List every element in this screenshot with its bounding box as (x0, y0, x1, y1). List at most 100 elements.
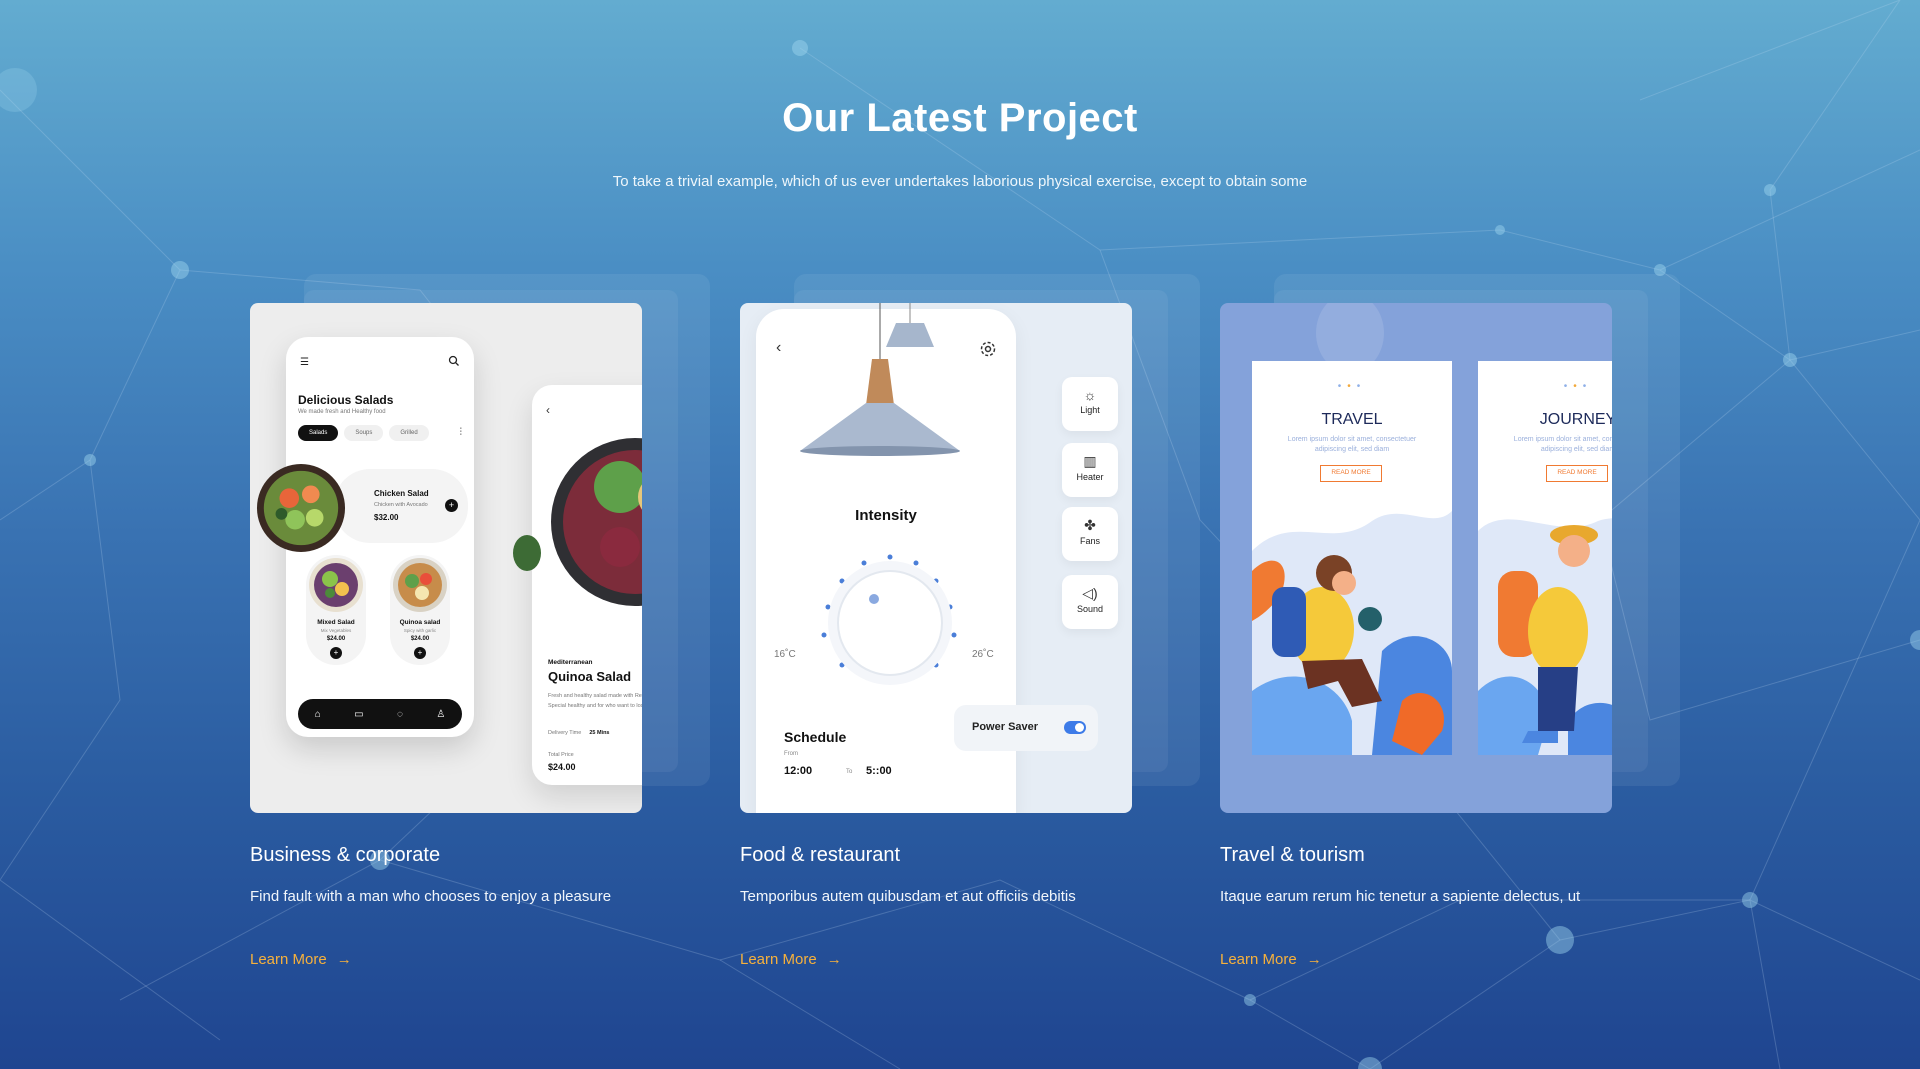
to-label: To (846, 769, 853, 775)
control-label: Sound (1076, 604, 1104, 614)
control-light[interactable]: ☼ Light (1062, 377, 1118, 431)
control-fans[interactable]: ✤ Fans (1062, 507, 1118, 561)
section-header: Our Latest Project To take a trivial exa… (0, 96, 1920, 190)
app-subtitle: We made fresh and Healthy food (298, 409, 386, 415)
total-label: Total Price (548, 752, 574, 758)
delivery-time: Delivery Time 25 Mins (548, 730, 610, 736)
section-title: Our Latest Project (782, 96, 1138, 140)
arrow-right-icon: → (1306, 951, 1322, 968)
item-name: Quinoa salad (399, 619, 441, 626)
min-temp: 16˚C (774, 649, 796, 660)
mixed-salad-image (309, 558, 363, 612)
project-description: Find fault with a man who chooses to enj… (250, 888, 612, 905)
from-label: From (784, 751, 798, 757)
item-price: $24.00 (410, 636, 430, 642)
featured-desc: Chicken with Avocado (374, 502, 428, 508)
chat-icon: ◌ (396, 708, 403, 720)
add-icon: + (330, 647, 342, 659)
project-thumbnail-smart-home[interactable]: ‹ Intensity 16˚C 26˚C Schedule From 12:0… (740, 303, 1132, 813)
project-title: Business & corporate (250, 844, 441, 866)
schedule-label: Schedule (784, 729, 847, 745)
featured-name: Chicken Salad (374, 489, 429, 498)
item-name: Mixed Salad (317, 619, 355, 626)
menu-icon: ☰ (300, 357, 309, 368)
travel-card-title: TRAVEL (1321, 411, 1383, 428)
control-sound[interactable]: ◁) Sound (1062, 575, 1118, 629)
search-icon (448, 355, 459, 366)
featured-item: Chicken Salad Chicken with Avocado $32.0… (334, 469, 468, 543)
project-description: Itaque earum rerum hic tenetur a sapient… (1220, 888, 1581, 905)
project-title: Food & restaurant (740, 844, 901, 866)
learn-more-link[interactable]: Learn More → (1220, 951, 1322, 968)
project-title: Travel & tourism (1220, 844, 1365, 866)
intensity-label: Intensity (855, 507, 917, 524)
dish-category: Mediterranean (548, 659, 593, 666)
learn-more-label: Learn More (250, 951, 327, 968)
learn-more-link[interactable]: Learn More → (740, 951, 842, 968)
profile-icon: ♙ (436, 708, 446, 720)
bag-icon: ▭ (354, 708, 364, 720)
tab-soups: Soups (344, 425, 384, 441)
fan-icon: ✤ (1084, 517, 1096, 533)
dish-description: Fresh and healthy salad made with Recipe… (548, 693, 642, 709)
tab-salads: Salads (298, 425, 339, 441)
quinoa-salad-image (393, 558, 447, 612)
spinach-leaf-image (513, 535, 541, 571)
sun-icon: ☼ (1083, 387, 1097, 403)
travel-card: ••• TRAVEL Lorem ipsum dolor sit amet, c… (1252, 361, 1452, 755)
item-desc: Mix Vegetables (320, 628, 352, 633)
delivery-label: Delivery Time (548, 730, 582, 736)
salad-bowl-image (256, 463, 346, 553)
filter-icon: ⫶ (459, 427, 463, 438)
control-label: Heater (1076, 472, 1104, 482)
read-more-button: READ MORE (1320, 465, 1382, 482)
to-time: 5::00 (866, 765, 892, 777)
tab-grilled: Grilled (389, 425, 429, 441)
list-item: Quinoa salad Spicy with garlic $24.00 + (390, 555, 450, 665)
project-description: Temporibus autem quibusdam et aut offici… (740, 888, 1076, 905)
learn-more-link[interactable]: Learn More → (250, 951, 352, 968)
journey-card-desc: Lorem ipsum dolor sit amet, consectetuer… (1513, 436, 1612, 453)
from-time: 12:00 (784, 765, 813, 777)
pager-dots: ••• (1337, 381, 1367, 392)
project-thumbnail-travel[interactable]: ••• TRAVEL Lorem ipsum dolor sit amet, c… (1220, 303, 1612, 813)
control-label: Light (1080, 405, 1100, 415)
item-price: $24.00 (326, 636, 346, 642)
pager-dots: ••• (1563, 381, 1593, 392)
section-subtitle: To take a trivial example, which of us e… (612, 173, 1308, 190)
journey-card: ••• JOURNEY Lorem ipsum dolor sit amet, … (1478, 361, 1612, 755)
delivery-value: 25 Mins (589, 730, 610, 736)
control-heater[interactable]: ▥ Heater (1062, 443, 1118, 497)
intensity-dial[interactable] (806, 535, 966, 695)
total-price: $24.00 (548, 762, 576, 772)
learn-more-label: Learn More (1220, 951, 1297, 968)
travel-card-desc: Lorem ipsum dolor sit amet, consectetuer… (1287, 436, 1417, 453)
quinoa-bowl-image (551, 438, 642, 606)
bottom-tab-bar: ⌂ ▭ ◌ ♙ (298, 699, 462, 729)
hiker-illustration (1252, 511, 1452, 755)
dish-name: Quinoa Salad (548, 669, 632, 684)
read-more-button: READ MORE (1546, 465, 1608, 482)
heater-icon: ▥ (1083, 453, 1097, 469)
journey-card-title: JOURNEY (1539, 411, 1612, 428)
max-temp: 26˚C (972, 649, 994, 660)
add-icon: + (414, 647, 426, 659)
power-saver-label: Power Saver (972, 721, 1039, 733)
control-label: Fans (1079, 536, 1100, 546)
learn-more-label: Learn More (740, 951, 817, 968)
category-tabs: Salads Soups Grilled (298, 425, 429, 441)
item-desc: Spicy with garlic (403, 628, 437, 633)
arrow-right-icon: → (826, 951, 842, 968)
list-item: Mixed Salad Mix Vegetables $24.00 + (306, 555, 366, 665)
speaker-icon: ◁) (1082, 585, 1098, 601)
phone-mockup-detail: ‹ Mediterranean Quinoa Salad Fresh and h… (532, 385, 642, 785)
pendant-lamp-image (800, 303, 960, 456)
gear-icon (980, 341, 996, 357)
project-thumbnail-salads[interactable]: ☰ Delicious Salads We made fresh and Hea… (250, 303, 642, 813)
app-title: Delicious Salads (298, 393, 394, 407)
back-icon: ‹ (546, 403, 550, 417)
power-saver-toggle[interactable] (1064, 721, 1086, 734)
featured-price: $32.00 (374, 513, 399, 522)
arrow-right-icon: → (336, 951, 352, 968)
add-icon: + (445, 499, 458, 512)
